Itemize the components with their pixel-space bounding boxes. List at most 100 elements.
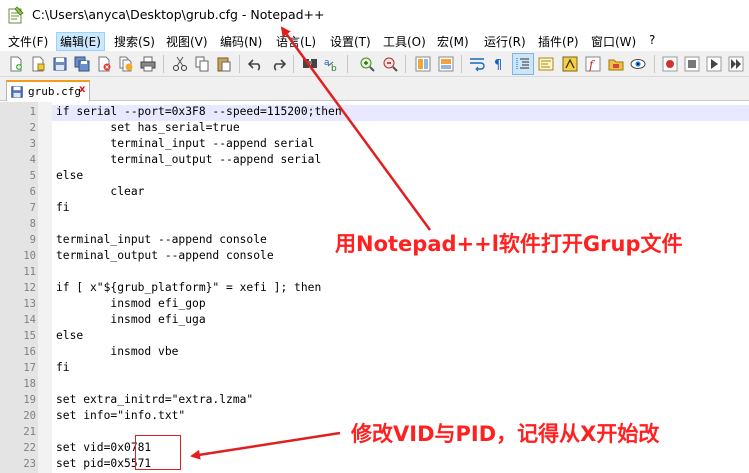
svg-text:a: a bbox=[324, 58, 330, 68]
show-all-chars-icon[interactable]: ¶ bbox=[489, 54, 509, 74]
cut-icon[interactable] bbox=[170, 54, 190, 74]
code-line[interactable]: terminal_output --append console bbox=[56, 249, 274, 262]
menu-help[interactable]: ? bbox=[649, 33, 655, 47]
menu-language[interactable]: 语言(L) bbox=[276, 33, 316, 50]
code-line[interactable]: insmod vbe bbox=[56, 345, 178, 358]
record-macro-icon[interactable] bbox=[660, 54, 680, 74]
menu-window[interactable]: 窗口(W) bbox=[591, 33, 636, 50]
menu-tools[interactable]: 工具(O) bbox=[383, 33, 426, 50]
tab-grub-cfg[interactable]: grub.cfg x bbox=[6, 80, 90, 101]
code-line[interactable]: else bbox=[56, 329, 83, 342]
sync-horizontal-icon[interactable] bbox=[436, 54, 456, 74]
line-number: 5 bbox=[29, 170, 36, 182]
line-number: 9 bbox=[29, 234, 36, 246]
stop-macro-icon[interactable] bbox=[682, 54, 702, 74]
menu-edit[interactable]: 编辑(E) bbox=[56, 32, 105, 51]
vid-highlight-box bbox=[135, 435, 181, 470]
code-line[interactable]: terminal_input --append console bbox=[56, 233, 267, 246]
line-number: 6 bbox=[29, 186, 36, 198]
code-line[interactable]: set extra_initrd="extra.lzma" bbox=[56, 393, 253, 406]
play-macro-icon[interactable] bbox=[704, 54, 724, 74]
monitoring-icon[interactable] bbox=[628, 54, 648, 74]
menu-file[interactable]: 文件(F) bbox=[8, 33, 48, 50]
title-bar: C:\Users\anyca\Desktop\grub.cfg - Notepa… bbox=[0, 0, 749, 30]
notepad-plus-plus-app-icon bbox=[8, 6, 24, 24]
print-icon[interactable] bbox=[138, 54, 158, 74]
paste-icon[interactable] bbox=[214, 54, 234, 74]
line-number: 19 bbox=[23, 394, 36, 406]
line-number-gutter: 1 2 3 4 5 6 7 8 9 10 11 12 13 14 15 16 17 18 19 20 21 22 23 bbox=[0, 102, 38, 473]
menu-search[interactable]: 搜索(S) bbox=[114, 33, 155, 50]
svg-text:¶: ¶ bbox=[494, 58, 502, 72]
menu-run[interactable]: 运行(R) bbox=[484, 33, 526, 50]
line-number: 11 bbox=[23, 266, 36, 278]
indent-guide-icon[interactable] bbox=[512, 53, 534, 75]
close-all-icon[interactable] bbox=[116, 54, 136, 74]
menu-macro[interactable]: 宏(M) bbox=[437, 33, 469, 50]
tab-close-button[interactable]: x bbox=[79, 84, 85, 95]
annotation-open-with-notepad: 用Notepad++l软件打开Grup文件 bbox=[335, 232, 683, 256]
line-number: 10 bbox=[23, 250, 36, 262]
code-line[interactable]: set has_serial=true bbox=[56, 121, 239, 134]
menu-encoding[interactable]: 编码(N) bbox=[220, 33, 262, 50]
code-line[interactable]: fi bbox=[56, 361, 70, 374]
toolbar-separator bbox=[654, 55, 655, 73]
svg-text:b: b bbox=[331, 64, 337, 72]
code-line[interactable]: clear bbox=[56, 185, 144, 198]
line-number: 2 bbox=[29, 122, 36, 134]
code-line[interactable]: terminal_output --append serial bbox=[56, 153, 321, 166]
save-icon bbox=[11, 86, 23, 98]
line-number: 1 bbox=[29, 106, 36, 118]
sync-vertical-icon[interactable] bbox=[413, 54, 433, 74]
line-number: 21 bbox=[23, 426, 36, 438]
user-language-icon[interactable] bbox=[536, 54, 556, 74]
code-line[interactable]: set info="info.txt" bbox=[56, 409, 185, 422]
save-icon[interactable] bbox=[50, 54, 70, 74]
new-file-icon[interactable] bbox=[6, 54, 26, 74]
code-line[interactable]: else bbox=[56, 169, 83, 182]
code-line[interactable]: insmod efi_gop bbox=[56, 297, 205, 310]
line-number: 8 bbox=[29, 218, 36, 230]
line-number: 14 bbox=[23, 314, 36, 326]
line-number: 17 bbox=[23, 362, 36, 374]
toolbar: ab ¶ f bbox=[0, 51, 749, 77]
toolbar-separator bbox=[293, 55, 294, 73]
menu-plugins[interactable]: 插件(P) bbox=[538, 33, 579, 50]
toolbar-separator bbox=[405, 55, 406, 73]
line-number: 15 bbox=[23, 330, 36, 342]
toolbar-separator bbox=[461, 55, 462, 73]
line-number: 18 bbox=[23, 378, 36, 390]
line-number: 4 bbox=[29, 154, 36, 166]
save-all-icon[interactable] bbox=[72, 54, 92, 74]
window-title: C:\Users\anyca\Desktop\grub.cfg - Notepa… bbox=[32, 7, 325, 22]
find-icon[interactable] bbox=[300, 54, 320, 74]
line-number: 7 bbox=[29, 202, 36, 214]
code-line[interactable]: fi bbox=[56, 201, 70, 214]
zoom-in-icon[interactable] bbox=[357, 54, 377, 74]
tab-bar: grub.cfg x bbox=[0, 77, 749, 101]
word-wrap-icon[interactable] bbox=[467, 54, 487, 74]
function-list-icon[interactable]: f bbox=[583, 54, 603, 74]
toolbar-separator bbox=[347, 55, 348, 73]
code-line[interactable]: if serial --port=0x3F8 --speed=115200;th… bbox=[56, 105, 342, 118]
folder-workspace-icon[interactable] bbox=[606, 54, 626, 74]
run-macro-multiple-icon[interactable] bbox=[726, 54, 746, 74]
undo-icon[interactable] bbox=[246, 54, 266, 74]
code-line[interactable]: terminal_input --append serial bbox=[56, 137, 314, 150]
menu-bar: 文件(F) 编辑(E) 搜索(S) 视图(V) 编码(N) 语言(L) 设置(T… bbox=[0, 30, 749, 51]
tab-label: grub.cfg bbox=[28, 85, 81, 98]
replace-icon[interactable]: ab bbox=[322, 54, 342, 74]
menu-view[interactable]: 视图(V) bbox=[166, 33, 208, 50]
copy-icon[interactable] bbox=[192, 54, 212, 74]
zoom-out-icon[interactable] bbox=[380, 54, 400, 74]
open-file-icon[interactable] bbox=[28, 54, 48, 74]
line-number: 12 bbox=[23, 282, 36, 294]
redo-icon[interactable] bbox=[268, 54, 288, 74]
code-line[interactable]: insmod efi_uga bbox=[56, 313, 205, 326]
doc-map-icon[interactable] bbox=[560, 54, 580, 74]
menu-settings[interactable]: 设置(T) bbox=[330, 33, 371, 50]
code-line[interactable]: if [ x"${grub_platform}" = xefi ]; then bbox=[56, 281, 321, 294]
fold-margin[interactable] bbox=[38, 102, 52, 473]
line-number: 3 bbox=[29, 138, 36, 150]
close-icon[interactable] bbox=[94, 54, 114, 74]
